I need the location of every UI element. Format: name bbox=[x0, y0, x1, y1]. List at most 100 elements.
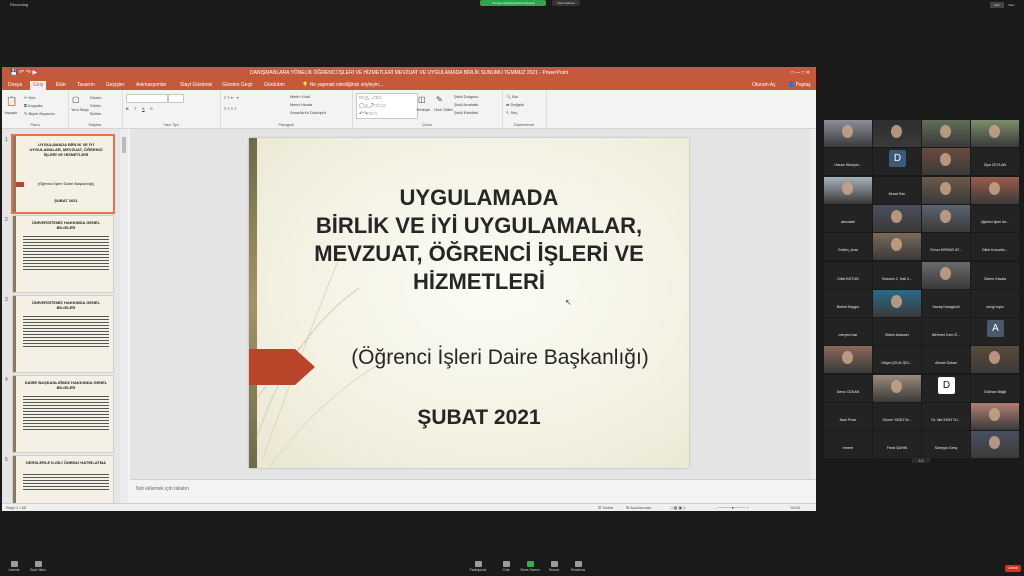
participants-button[interactable]: Participants bbox=[466, 561, 490, 572]
start-video-button[interactable]: Start Video bbox=[26, 561, 50, 572]
participant-tile[interactable]: Öznur KIRMIZI AT... bbox=[922, 233, 970, 261]
notes-toggle[interactable]: ☰ Notlar bbox=[598, 505, 613, 510]
comments-toggle[interactable]: ✉ Açıklamalar bbox=[626, 505, 651, 510]
select-button[interactable]: ↖ Seç bbox=[506, 110, 517, 115]
section-button[interactable]: Bölüm bbox=[90, 111, 101, 116]
participant-tile[interactable]: sevgi toplu bbox=[971, 289, 1019, 317]
tab-transitions[interactable]: Geçişler bbox=[106, 82, 124, 88]
participant-tile[interactable] bbox=[922, 148, 970, 176]
participant-tile[interactable]: Session 2, Hall 2... bbox=[873, 261, 921, 289]
participant-tile[interactable]: Dilek Kuvvetlo... bbox=[971, 233, 1019, 261]
reset-button[interactable]: Sıfırla bbox=[90, 103, 100, 108]
participant-tile[interactable]: emere bbox=[824, 431, 872, 459]
participant-tile[interactable] bbox=[971, 403, 1019, 430]
participant-tile[interactable] bbox=[873, 289, 921, 317]
participant-tile[interactable]: Gökhan Bilgili bbox=[971, 374, 1019, 402]
tab-review[interactable]: Gözden Geçir bbox=[222, 82, 253, 88]
thumbnail-scrollbar[interactable] bbox=[120, 129, 128, 503]
shape-outline-button[interactable]: Şekil Anahattı bbox=[454, 102, 478, 107]
font-size-box[interactable] bbox=[168, 94, 184, 103]
participant-tile[interactable] bbox=[873, 204, 921, 232]
participant-tile[interactable] bbox=[971, 431, 1019, 459]
tab-view[interactable]: Görünüm bbox=[264, 82, 285, 88]
participant-tile[interactable]: Savaş Karagözlü bbox=[922, 289, 970, 317]
tab-file[interactable]: Dosya bbox=[8, 82, 22, 88]
view-mode-buttons[interactable]: □ ▦ ▣ ▷ bbox=[670, 505, 686, 510]
participant-tile[interactable]: Dilek BÜTÜN bbox=[824, 261, 872, 289]
tab-slideshow[interactable]: Slayt Gösterisi bbox=[180, 82, 212, 88]
paste-button[interactable]: Yapıştır bbox=[4, 110, 18, 115]
cut-button[interactable]: ✂ Kes bbox=[24, 95, 35, 100]
participant-tile[interactable]: D bbox=[922, 374, 970, 402]
shadow-button[interactable]: S bbox=[150, 106, 153, 111]
participant-tile[interactable] bbox=[971, 120, 1019, 147]
participant-tile[interactable] bbox=[873, 374, 921, 402]
share-button[interactable]: 👤 Paylaş bbox=[788, 82, 811, 88]
new-slide-button[interactable]: Yeni Slayt bbox=[71, 107, 89, 112]
participant-tile[interactable]: meryem kar bbox=[824, 318, 872, 346]
participant-tile[interactable]: İlkben Akansel bbox=[873, 318, 921, 346]
canvas-scrollbar[interactable] bbox=[810, 129, 816, 479]
participant-tile[interactable] bbox=[922, 120, 970, 147]
slide-thumbnail-1[interactable]: UYGULAMADA BİRLİK VE İYİ UYGULAMALAR, ME… bbox=[12, 135, 114, 213]
participant-tile[interactable] bbox=[824, 176, 872, 204]
participant-tile[interactable]: Hasan Hüseyin... bbox=[824, 148, 872, 176]
participant-tile[interactable] bbox=[873, 120, 921, 147]
bold-button[interactable]: K bbox=[126, 106, 129, 111]
participant-tile[interactable]: A bbox=[971, 318, 1019, 346]
slide-arrow-shape[interactable] bbox=[249, 347, 317, 387]
slide-title[interactable]: UYGULAMADA BİRLİK VE İYİ UYGULAMALAR, ME… bbox=[269, 184, 689, 296]
participant-tile[interactable]: Ziya CEYLAN bbox=[971, 148, 1019, 176]
participant-tile[interactable]: Gizem Kavala bbox=[971, 261, 1019, 289]
reactions-button[interactable]: Reactions bbox=[566, 561, 590, 572]
slide-subtitle[interactable]: (Öğrenci İşleri Daire Başkanlığı) bbox=[315, 346, 685, 370]
search-hint[interactable]: 💡 Ne yapmak istediğinizi söyleyin... bbox=[302, 82, 383, 88]
list-icons[interactable]: ≡ ≡ ⇤ ⇥ bbox=[224, 95, 239, 100]
view-options-button[interactable]: View Options bbox=[552, 0, 580, 6]
participant-tile[interactable]: D bbox=[873, 148, 921, 176]
participant-tile[interactable]: Süreyya Genç bbox=[922, 431, 970, 459]
slide-thumbnail-3[interactable]: ÜNİVERSİTEMİZ HAKKINDA GENEL BİLGİLER bbox=[12, 295, 114, 373]
font-name-box[interactable] bbox=[126, 94, 168, 103]
participant-tile[interactable] bbox=[824, 346, 872, 374]
tab-design[interactable]: Tasarım bbox=[77, 82, 95, 88]
arrange-button[interactable]: Yerleştir bbox=[416, 107, 430, 112]
leave-meeting-button[interactable]: Leave bbox=[1005, 565, 1021, 572]
participant-tile[interactable]: Ahmet Özkan bbox=[922, 346, 970, 374]
view-button[interactable]: View bbox=[1008, 2, 1022, 8]
window-controls[interactable]: □ — □ ✕ bbox=[791, 70, 810, 76]
participant-tile[interactable] bbox=[873, 233, 921, 261]
find-button[interactable]: 🔍 Bul bbox=[506, 94, 518, 99]
participant-tile[interactable]: Dr. İlke EKİN TU... bbox=[922, 403, 970, 430]
slide-thumbnail-5[interactable]: DERSLERLE İLGİLİ ÖNEMLİ HATIRLATMA bbox=[12, 455, 114, 503]
participant-tile[interactable]: Gulten_Acar bbox=[824, 233, 872, 261]
underline-button[interactable]: A bbox=[142, 106, 145, 111]
exit-fullscreen-button[interactable]: Exit bbox=[990, 2, 1004, 8]
participant-tile[interactable]: Hülya ÇELİK ŞEL... bbox=[873, 346, 921, 374]
sign-in-link[interactable]: Oturum Aç bbox=[752, 82, 776, 88]
gallery-scrollbar[interactable] bbox=[1019, 120, 1022, 458]
participant-tile[interactable] bbox=[824, 120, 872, 147]
shape-effects-button[interactable]: Şekil Efektleri bbox=[454, 110, 478, 115]
notes-pane[interactable]: Not eklemek için tıklatın bbox=[130, 479, 816, 504]
replace-button[interactable]: ⇄ Değiştir bbox=[506, 102, 524, 107]
participant-tile[interactable]: Nazi Pınar bbox=[824, 403, 872, 430]
record-button[interactable]: Record bbox=[542, 561, 566, 572]
layout-button[interactable]: Düzen bbox=[90, 95, 102, 100]
slide-thumbnail-4[interactable]: DAİRE BAŞKANLIĞIMIZ HAKKINDA GENEL BİLGİ… bbox=[12, 375, 114, 453]
participant-tile[interactable]: Murat Sarı bbox=[873, 176, 921, 204]
align-icons[interactable]: ≡ ≡ ≡ ≡ bbox=[224, 106, 237, 111]
slide-date[interactable]: ŞUBAT 2021 bbox=[289, 406, 669, 430]
thumbnail-scroll-thumb[interactable] bbox=[122, 137, 126, 153]
italic-button[interactable]: T bbox=[134, 106, 136, 111]
participant-tile[interactable]: Deniz ÖZKAN bbox=[824, 374, 872, 402]
participant-tile[interactable]: Ferat ŞAHİN bbox=[873, 431, 921, 459]
tab-animations[interactable]: Animasyonlar bbox=[136, 82, 166, 88]
participant-tile[interactable]: Mehmet Cem Ö... bbox=[922, 318, 970, 346]
quick-styles-button[interactable]: Hızlı Stiller bbox=[434, 107, 453, 112]
participant-tile[interactable]: Gözen YAĞIZ M... bbox=[873, 403, 921, 430]
unmute-button[interactable]: Unmute bbox=[2, 561, 26, 572]
participant-tile[interactable]: abeuiwei bbox=[824, 204, 872, 232]
chat-button[interactable]: Chat bbox=[494, 561, 518, 572]
format-painter-button[interactable]: ✎ Biçim Boyacısı bbox=[24, 111, 55, 116]
